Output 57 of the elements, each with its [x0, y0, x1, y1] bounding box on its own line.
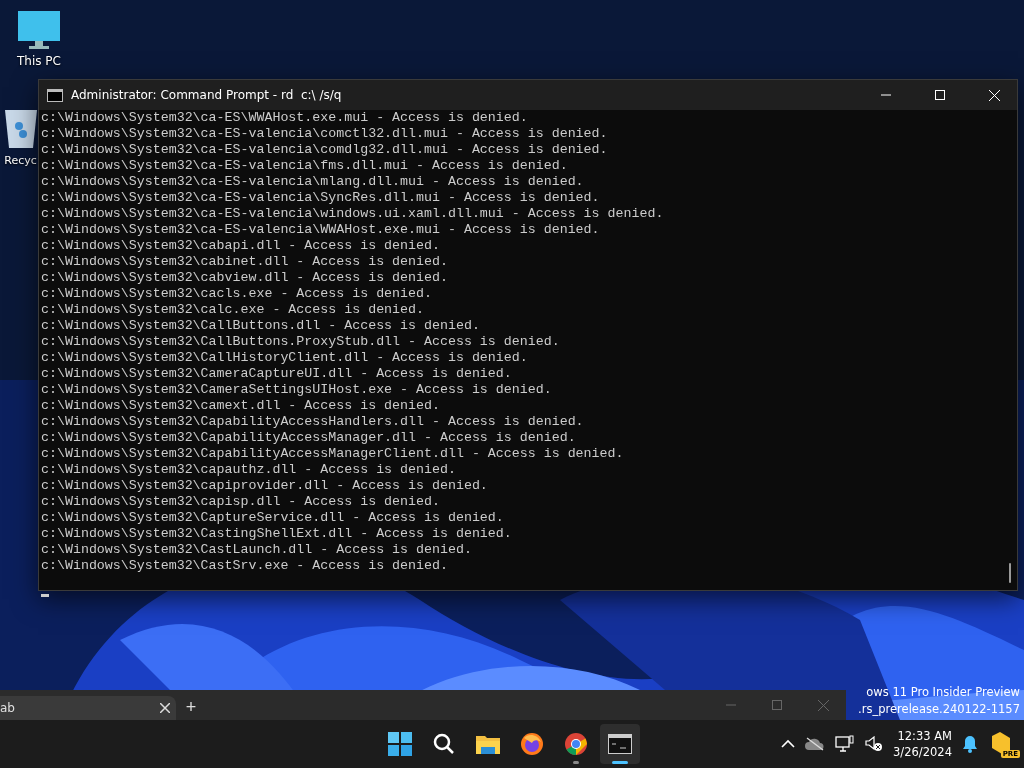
cloud-off-icon[interactable] — [805, 737, 826, 751]
text-cursor — [41, 594, 49, 597]
console-line: c:\Windows\System32\capauthz.dll - Access is denied. — [41, 462, 457, 478]
clock[interactable]: 12:33 AM 3/26/2024 — [893, 728, 952, 760]
folder-icon — [475, 733, 501, 755]
console-line: c:\Windows\System32\cabview.dll - Access is denied. — [41, 270, 449, 286]
console-icon — [47, 88, 63, 102]
console-line: c:\Windows\System32\ca-ES-valencia\comctl32.dll.mui - Access is denied. — [41, 126, 609, 142]
console-line: c:\Windows\System32\CapabilityAccessHandlers.dll - Access is denied. — [41, 414, 585, 430]
console-line: c:\Windows\System32\ca-ES\WWAHost.exe.mui - Access is denied. — [41, 110, 529, 126]
console-line: c:\Windows\System32\CallHistoryClient.dll - Access is denied. — [41, 350, 529, 366]
close-icon — [817, 699, 829, 711]
maximize-icon — [935, 90, 945, 100]
maximize-icon — [772, 700, 782, 710]
edition-watermark: ows 11 Pro Insider Preview — [866, 684, 1020, 701]
console-line: c:\Windows\System32\ca-ES-valencia\SyncRes.dll.mui - Access is denied. — [41, 190, 601, 206]
console-line: c:\Windows\System32\cacls.exe - Access is denied. — [41, 286, 433, 302]
browser-globe-icon — [520, 732, 544, 756]
console-line: c:\Windows\System32\CapabilityAccessManager.dll - Access is denied. — [41, 430, 577, 446]
network-icon[interactable] — [835, 735, 856, 753]
chevron-up-icon[interactable] — [781, 739, 796, 749]
browser-tab[interactable]: ab — [0, 696, 176, 720]
console-line: c:\Windows\System32\calc.exe - Access is denied. — [41, 302, 425, 318]
console-line: c:\Windows\System32\camext.dll - Access is denied. — [41, 398, 441, 414]
window-title: Administrator: Command Prompt - rd c:\ /s/q — [71, 88, 343, 102]
console-line: c:\Windows\System32\ca-ES-valencia\comdlg32.dll.mui - Access is denied. — [41, 142, 609, 158]
console-line: c:\Windows\System32\CameraCaptureUI.dll - Access is denied. — [41, 366, 513, 382]
console-line: c:\Windows\System32\CastLaunch.dll - Access is denied. — [41, 542, 473, 558]
console-line: c:\Windows\System32\CameraSettingsUIHost.exe - Access is denied. — [41, 382, 553, 398]
console-line: c:\Windows\System32\CaptureService.dll - Access is denied. — [41, 510, 505, 526]
desktop-icon-label[interactable]: Recyc — [4, 154, 37, 167]
console-line: c:\Windows\System32\CastingShellExt.dll - Access is denied. — [41, 526, 513, 542]
console-line: c:\Windows\System32\CastSrv.exe - Access is denied. — [41, 558, 449, 574]
console-line: c:\Windows\System32\ca-ES-valencia\windows.ui.xaml.dll.mui - Access is denied. — [41, 206, 665, 222]
speaker-muted-icon[interactable] — [865, 736, 884, 752]
search-icon — [432, 732, 456, 756]
windows-logo-icon — [388, 732, 412, 756]
new-tab-button[interactable]: + — [176, 694, 206, 720]
monitor-icon — [17, 10, 61, 50]
console-line: c:\Windows\System32\cabapi.dll - Access is denied. — [41, 238, 441, 254]
console-line: c:\Windows\System32\capiprovider.dll - Access is denied. — [41, 478, 489, 494]
bell-icon[interactable] — [962, 735, 978, 753]
console-line: c:\Windows\System32\ca-ES-valencia\WWAHost.exe.mui - Access is denied. — [41, 222, 601, 238]
console-line: c:\Windows\System32\ca-ES-valencia\mlang.dll.mui - Access is denied. — [41, 174, 585, 190]
chrome-ball-icon — [564, 732, 588, 756]
desktop-icon-label[interactable]: This PC — [17, 54, 61, 68]
console-line: c:\Windows\System32\ca-ES-valencia\fms.dll.mui - Access is denied. — [41, 158, 569, 174]
console-icon — [608, 734, 632, 754]
console-line: c:\Windows\System32\cabinet.dll - Access is denied. — [41, 254, 449, 270]
console-line: c:\Windows\System32\CallButtons.ProxyStub.dll - Access is denied. — [41, 334, 561, 350]
taskbar-app-button[interactable] — [600, 724, 640, 764]
console-line: c:\Windows\System32\CallButtons.dll - Access is denied. — [41, 318, 481, 334]
close-icon — [988, 89, 1000, 101]
scrollbar-thumb[interactable] — [1009, 563, 1011, 583]
console-line: c:\Windows\System32\capisp.dll - Access is denied. — [41, 494, 441, 510]
close-icon[interactable] — [160, 703, 170, 713]
console-line: c:\Windows\System32\CapabilityAccessManagerClient.dll - Access is denied. — [41, 446, 625, 462]
